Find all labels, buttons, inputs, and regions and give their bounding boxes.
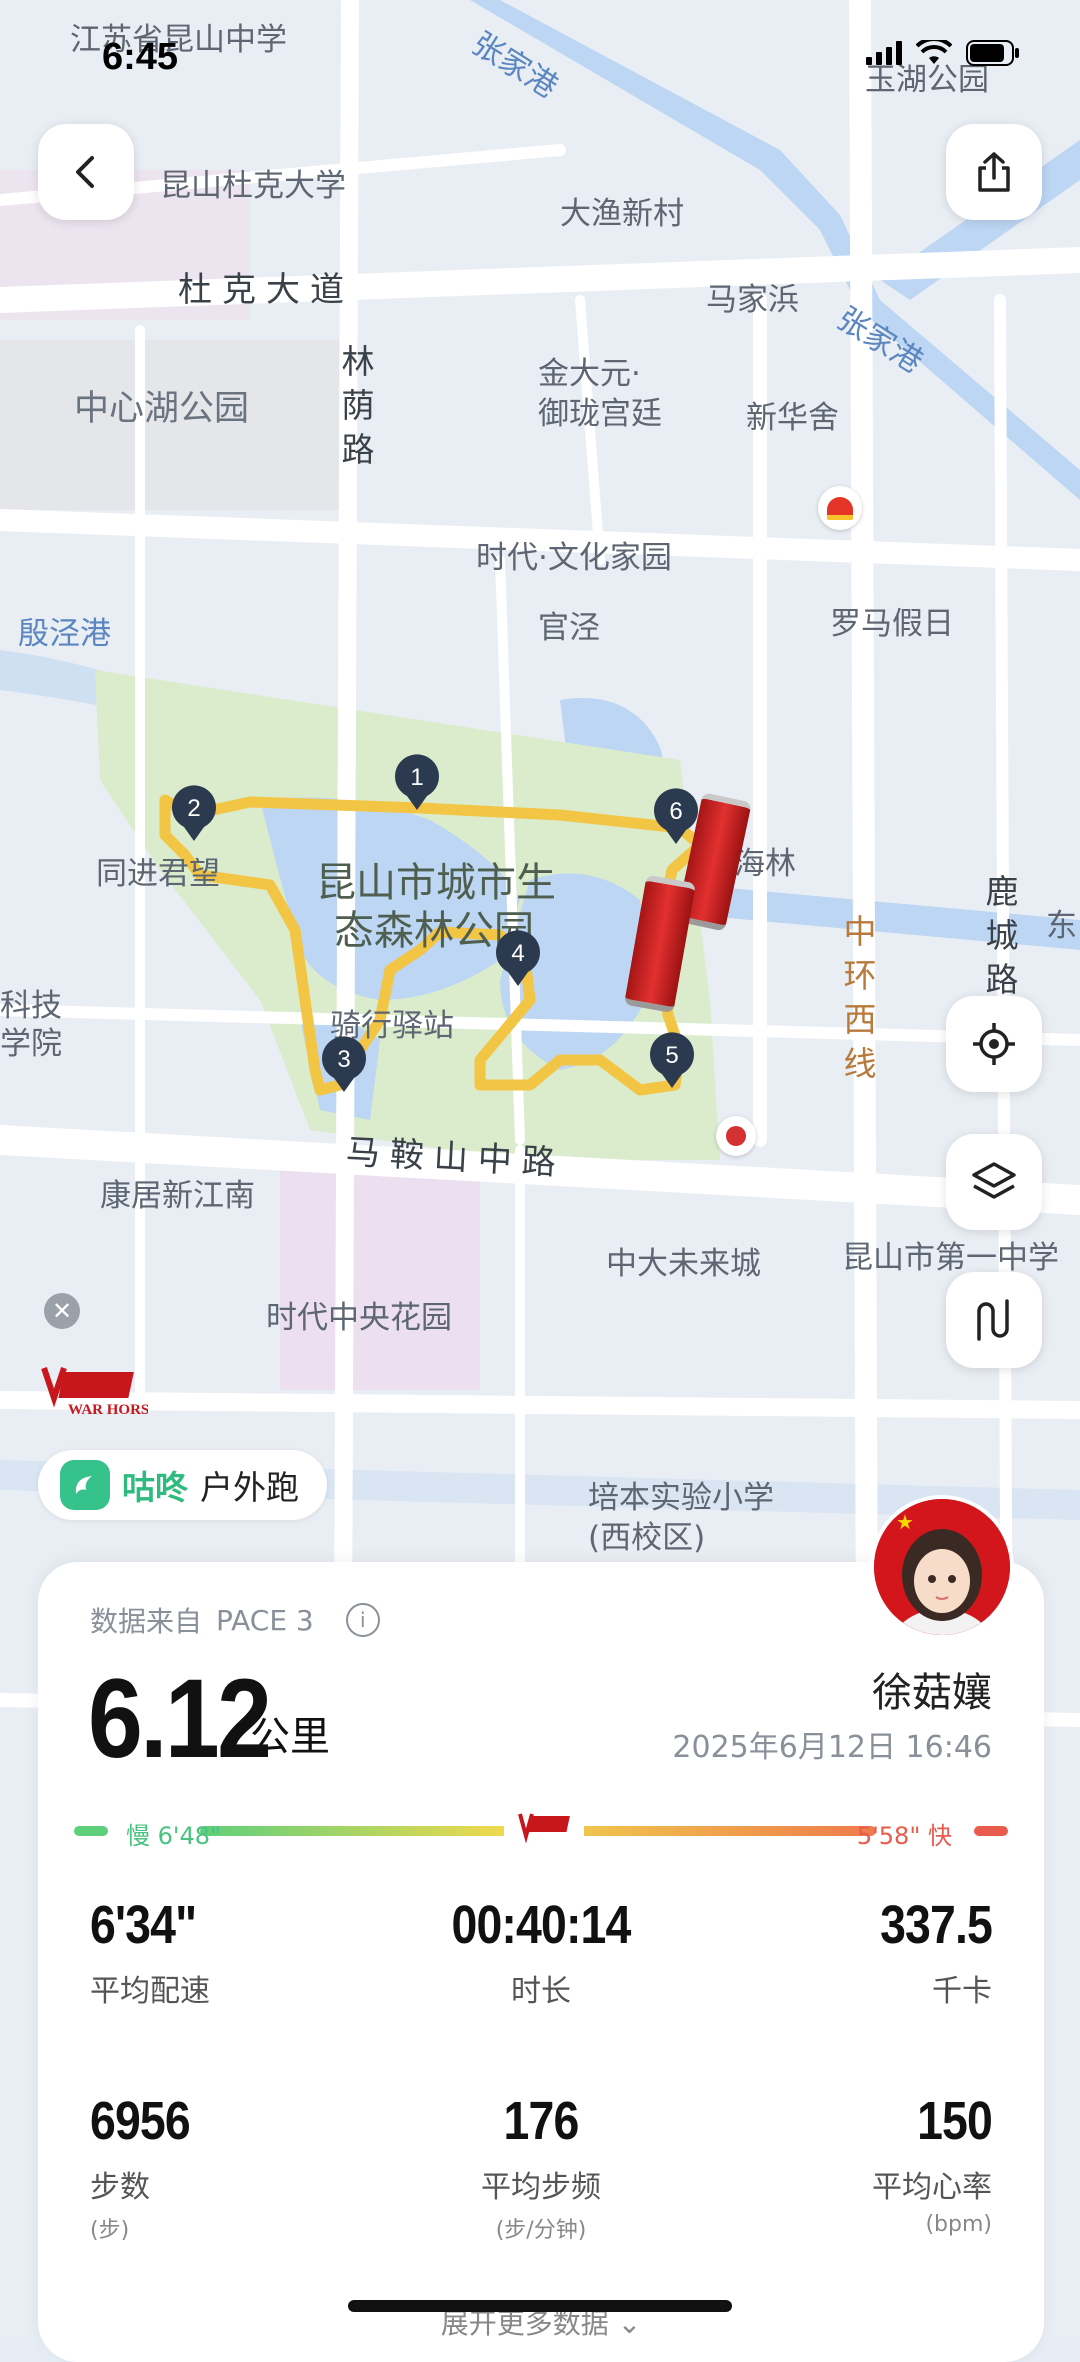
stat-value: 6956	[90, 2091, 191, 2151]
warhorse-logo: WAR HORSE	[38, 1362, 159, 1428]
activity-datetime: 2025年6月12日 16:46	[672, 1730, 992, 1765]
map-label: (西校区)	[588, 1520, 706, 1556]
stat-label: 千卡	[932, 1974, 992, 2009]
map-label: 罗马假日	[830, 606, 954, 642]
marker-number: 6	[669, 798, 682, 825]
data-source: 数据来自 PACE 3 i	[90, 1600, 380, 1640]
fuel-station-icon	[716, 1116, 756, 1156]
stat-steps: 6956 步数 (步)	[90, 2090, 206, 2244]
stat-label: 平均心率	[872, 2170, 992, 2205]
map-label: 中心湖公园	[74, 389, 250, 429]
source-label: 数据来自	[90, 1605, 203, 1638]
share-button[interactable]	[946, 124, 1042, 220]
share-icon	[978, 152, 1010, 192]
back-button[interactable]	[38, 124, 134, 220]
route-toggle-button[interactable]	[946, 1272, 1042, 1368]
map-label: 时代·文化家园	[476, 540, 672, 576]
layers-icon	[972, 1162, 1016, 1199]
stat-calories: 337.5 千卡	[692, 1894, 993, 2010]
map-label: 昆山市第一中学	[842, 1240, 1059, 1276]
stat-value: 150	[917, 2091, 993, 2151]
stat-heart-rate: 150 平均心率 (bpm)	[692, 2090, 993, 2237]
marker-number: 4	[511, 940, 524, 967]
map-label: 昆山市城市生	[316, 860, 556, 906]
marker-number: 1	[410, 764, 423, 791]
map-label: 康居新江南	[100, 1178, 255, 1214]
map-label: 林荫路	[341, 342, 375, 469]
map-layers-button[interactable]	[946, 1134, 1042, 1230]
stat-value: 176	[503, 2091, 580, 2151]
stat-label: 平均步频	[481, 2170, 601, 2205]
map-label: 海林	[734, 846, 796, 882]
map-label: 东	[1046, 908, 1077, 944]
stat-unit: (步)	[90, 2218, 130, 2243]
status-time: 6:45	[102, 36, 179, 78]
map-label: 昆山杜克大学	[160, 168, 346, 204]
stat-avg-pace: 6'34" 平均配速	[90, 1894, 214, 2010]
avatar[interactable]: ★	[870, 1495, 1014, 1639]
marker-number: 5	[665, 1042, 678, 1069]
svg-text:★: ★	[896, 1510, 914, 1534]
route-icon	[977, 1299, 1009, 1341]
map-label: 时代中央花园	[266, 1300, 452, 1336]
wifi-icon	[916, 40, 952, 64]
map-label: 金大元·	[538, 356, 641, 392]
stat-unit: (bpm)	[925, 2212, 992, 2237]
map-label: 御珑宫廷	[538, 396, 662, 432]
pace-gradient-bar: 慢 6'48" 5'58" 快	[74, 1806, 1008, 1866]
stat-unit: (步/分钟)	[495, 2218, 587, 2243]
stat-value: 337.5	[880, 1895, 993, 1955]
map-label: 马家浜	[706, 282, 799, 318]
locate-icon	[973, 1023, 1015, 1065]
map-label: 大渔新村	[560, 196, 684, 232]
battery-icon	[966, 40, 1019, 66]
signal-icon	[866, 41, 902, 65]
pace-slow-label: 慢 6'48"	[126, 1822, 222, 1850]
route-marker[interactable]: 5	[646, 1030, 698, 1090]
stat-cadence: 176 平均步频 (步/分钟)	[391, 2090, 691, 2244]
map-label: 学院	[0, 1026, 62, 1062]
map-label: 殷泾港	[18, 616, 111, 652]
distance-unit: 公里	[250, 1714, 330, 1760]
map-label: 中环西线	[843, 912, 877, 1083]
stat-duration: 00:40:14 时长	[391, 1894, 691, 2010]
map-label: 杜克大道	[178, 270, 354, 310]
marker-number: 2	[187, 795, 200, 822]
route-marker[interactable]: 1	[391, 752, 443, 812]
map-label: 培本实验小学	[588, 1480, 774, 1516]
source-device: PACE 3	[216, 1603, 314, 1637]
route-marker[interactable]: 4	[492, 928, 544, 988]
map-label: 鹿城路	[985, 872, 1019, 999]
route-marker[interactable]: 2	[168, 783, 220, 843]
gas-station-icon	[818, 486, 862, 530]
svg-text:WAR HORSE: WAR HORSE	[68, 1402, 148, 1418]
stat-label: 时长	[511, 1974, 571, 2009]
gudong-logo-icon	[60, 1460, 110, 1510]
app-brand: 咕咚	[122, 1468, 188, 1507]
map-label: 中大未来城	[606, 1246, 761, 1282]
home-indicator[interactable]	[348, 2300, 732, 2312]
app-source-badge[interactable]: 咕咚 户外跑	[38, 1450, 327, 1520]
stat-label: 步数	[90, 2170, 150, 2205]
stat-value: 00:40:14	[451, 1895, 631, 1955]
stat-label: 平均配速	[90, 1974, 210, 2009]
info-icon[interactable]: i	[345, 1603, 380, 1637]
activity-type: 户外跑	[200, 1468, 299, 1507]
pace-fast-label: 5'58" 快	[856, 1822, 952, 1850]
map-label: 同进君望	[96, 856, 220, 892]
user-name: 徐菇孃	[872, 1670, 992, 1716]
distance-value: 6.12	[88, 1656, 272, 1781]
marker-number: 3	[337, 1046, 350, 1073]
stat-value: 6'34"	[90, 1895, 197, 1955]
chevron-left-icon	[76, 156, 94, 188]
map-label: 官泾	[538, 610, 600, 646]
summary-card: 数据来自 PACE 3 i 6.12 公里 徐菇孃 2025年6月12日 16:…	[38, 1562, 1044, 2362]
locate-button[interactable]	[946, 996, 1042, 1092]
close-ad-button[interactable]: ✕	[44, 1293, 80, 1329]
route-marker[interactable]: 3	[318, 1034, 370, 1094]
status-bar: 6:45	[0, 0, 1080, 120]
map-label: 新华舍	[746, 400, 839, 436]
